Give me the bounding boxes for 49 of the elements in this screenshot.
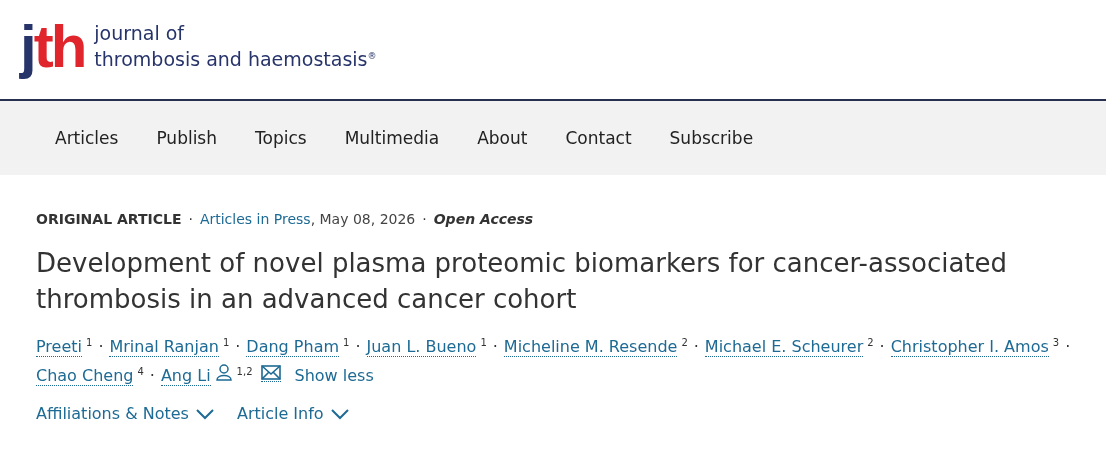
author-link[interactable]: Juan L. Bueno — [366, 337, 477, 357]
separator-dot: · — [1065, 337, 1071, 356]
journal-name: thrombosis and haemostasis$^{®}$ — [94, 47, 377, 72]
separator-dot: · — [355, 337, 361, 356]
affiliation-number: 1 — [86, 337, 93, 348]
affiliation-number: 2 — [681, 337, 688, 348]
nav-item[interactable]: Subscribe — [650, 128, 773, 148]
chevron-icon — [194, 407, 215, 420]
separator-dot: · — [492, 337, 498, 356]
section-toggle[interactable]: Affiliations & Notes — [36, 404, 215, 423]
separator-dot: · — [693, 337, 699, 356]
author-link[interactable]: Preeti — [36, 337, 82, 357]
access-label: Open Access — [433, 211, 534, 227]
author-link[interactable]: Micheline M. Resende — [503, 337, 678, 357]
nav-item[interactable]: Multimedia — [325, 128, 459, 148]
separator-dot: · — [422, 211, 427, 227]
separator-dot: · — [98, 337, 104, 356]
affiliation-number: 3 — [1052, 337, 1060, 348]
nav-item[interactable]: Publish — [137, 128, 236, 148]
nav-item[interactable]: About — [458, 128, 547, 148]
nav-item[interactable]: Topics — [236, 128, 326, 148]
affiliation-number: 1 — [222, 337, 230, 348]
nav-item[interactable]: Contact — [546, 128, 651, 148]
show-less-link[interactable]: Show less — [294, 366, 374, 385]
affiliation-number: 1,2 — [236, 366, 253, 377]
affiliation-number: 1 — [480, 337, 487, 348]
publish-date: , May 08, 2026 — [310, 211, 416, 227]
affiliation-number: 1 — [343, 337, 350, 348]
journal-logo[interactable]: jth — [20, 16, 85, 77]
affiliation-number: 2 — [867, 337, 874, 348]
issue-link[interactable]: Articles in Press — [199, 211, 311, 227]
separator-dot: · — [879, 337, 885, 356]
journal-name: journal of — [94, 21, 186, 45]
author-link[interactable]: Christopher I. Amos — [890, 337, 1049, 357]
author-link[interactable]: Mrinal Ranjan — [109, 337, 219, 357]
article-type: ORIGINAL ARTICLE — [36, 211, 182, 227]
nav-item[interactable]: Articles — [36, 128, 138, 148]
author-link[interactable]: Ang Li — [160, 366, 211, 386]
author-link[interactable]: Dang Pham — [246, 337, 340, 357]
separator-dot: · — [235, 337, 241, 356]
author-link[interactable]: Michael E. Scheurer — [704, 337, 864, 357]
article-title: Development of novel plasma proteomic biomarkers for cancer-associated thrombosis in an advanced cancer cohort — [36, 247, 1009, 316]
separator-dot: · — [149, 366, 155, 385]
section-toggle[interactable]: Article Info — [236, 404, 350, 423]
email-icon[interactable] — [260, 365, 281, 382]
author-link[interactable]: Chao Cheng — [36, 366, 134, 386]
affiliation-number: 4 — [137, 366, 144, 377]
separator-dot: · — [188, 211, 193, 227]
chevron-icon — [329, 407, 350, 420]
